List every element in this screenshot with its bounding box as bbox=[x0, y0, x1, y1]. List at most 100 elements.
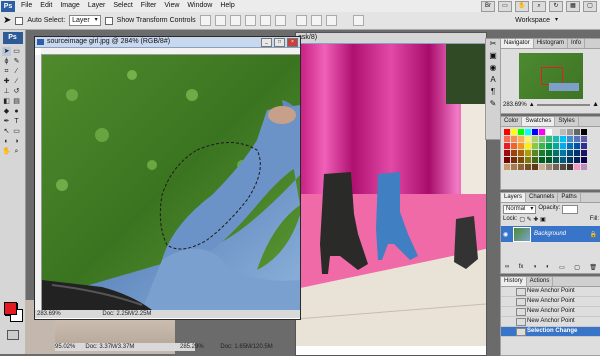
menu-filter[interactable]: Filter bbox=[137, 0, 161, 12]
swatch-26[interactable] bbox=[518, 143, 524, 149]
swatch-23[interactable] bbox=[581, 136, 587, 142]
distribute-icon-2[interactable] bbox=[310, 15, 322, 26]
swatch-14[interactable] bbox=[518, 136, 524, 142]
quick-select-tool[interactable]: ✎ bbox=[12, 57, 21, 66]
rotate-view-icon[interactable]: ↻ bbox=[549, 0, 563, 12]
blend-mode-dropdown[interactable]: Normal bbox=[503, 205, 537, 214]
maximize-button[interactable]: □ bbox=[274, 38, 285, 47]
tab-styles[interactable]: Styles bbox=[555, 117, 579, 126]
menu-image[interactable]: Image bbox=[56, 0, 83, 12]
menu-select[interactable]: Select bbox=[109, 0, 136, 12]
swatch-15[interactable] bbox=[525, 136, 531, 142]
swatch-62[interactable] bbox=[518, 164, 524, 170]
swatch-46[interactable] bbox=[574, 150, 580, 156]
move-tool[interactable]: ➤ bbox=[2, 47, 11, 56]
link-layers-icon[interactable]: ∞ bbox=[505, 264, 509, 271]
align-hcenter-icon[interactable] bbox=[259, 15, 271, 26]
opacity-field[interactable] bbox=[562, 205, 579, 214]
zoom-tool[interactable]: ⌕ bbox=[12, 147, 21, 156]
swatch-20[interactable] bbox=[560, 136, 566, 142]
swatch-45[interactable] bbox=[567, 150, 573, 156]
close-button[interactable]: × bbox=[287, 38, 298, 47]
tab-color[interactable]: Color bbox=[501, 117, 523, 126]
eyedropper-tool[interactable]: ⁄ bbox=[12, 67, 21, 76]
foreground-color-swatch-front[interactable] bbox=[4, 302, 17, 315]
lasso-tool[interactable]: ϕ bbox=[2, 57, 11, 66]
swatch-49[interactable] bbox=[511, 157, 517, 163]
arrange-documents-icon[interactable]: ▦ bbox=[566, 0, 580, 12]
zoom-out-icon[interactable]: ▲ bbox=[529, 102, 535, 108]
quick-mask-icon[interactable] bbox=[7, 330, 19, 340]
swatch-2[interactable] bbox=[518, 129, 524, 135]
swatch-53[interactable] bbox=[539, 157, 545, 163]
swatch-31[interactable] bbox=[553, 143, 559, 149]
swatch-51[interactable] bbox=[525, 157, 531, 163]
screen-mode-icon[interactable]: ▢ bbox=[583, 0, 597, 12]
swatch-16[interactable] bbox=[532, 136, 538, 142]
character-icon[interactable]: A bbox=[486, 75, 500, 87]
swatch-8[interactable] bbox=[560, 129, 566, 135]
auto-align-icon[interactable] bbox=[352, 15, 364, 26]
swatch-60[interactable] bbox=[504, 164, 510, 170]
paragraph-icon[interactable]: ¶ bbox=[486, 87, 500, 99]
tab-layers[interactable]: Layers bbox=[501, 193, 527, 202]
align-vcenter-icon[interactable] bbox=[214, 15, 226, 26]
swatch-40[interactable] bbox=[532, 150, 538, 156]
move-tool-icon[interactable]: ➤ bbox=[3, 15, 11, 26]
swatch-68[interactable] bbox=[560, 164, 566, 170]
delete-layer-icon[interactable]: 🗑 bbox=[589, 264, 597, 271]
swatch-71[interactable] bbox=[581, 164, 587, 170]
menu-layer[interactable]: Layer bbox=[84, 0, 110, 12]
brushes-icon[interactable]: ▣ bbox=[486, 51, 500, 63]
swatch-22[interactable] bbox=[574, 136, 580, 142]
hand-icon[interactable]: ✋ bbox=[515, 0, 529, 12]
navigator-thumbnail[interactable] bbox=[519, 53, 583, 99]
swatch-29[interactable] bbox=[539, 143, 545, 149]
tab-navigator[interactable]: Navigator bbox=[501, 39, 534, 48]
layer-row[interactable]: ◉ Background 🔒 bbox=[501, 226, 600, 242]
swatch-70[interactable] bbox=[574, 164, 580, 170]
mask-icon[interactable]: ◑ bbox=[533, 264, 537, 271]
front-doc-canvas[interactable] bbox=[42, 55, 300, 310]
show-transform-checkbox[interactable] bbox=[104, 16, 113, 25]
swatch-47[interactable] bbox=[581, 150, 587, 156]
clone-stamp-tool[interactable]: ⊥ bbox=[2, 87, 11, 96]
workspace-dropdown[interactable]: Workspace bbox=[513, 16, 560, 25]
swatch-41[interactable] bbox=[539, 150, 545, 156]
swatch-0[interactable] bbox=[504, 129, 510, 135]
swatch-55[interactable] bbox=[553, 157, 559, 163]
tab-histogram[interactable]: Histogram bbox=[534, 39, 569, 48]
tab-paths[interactable]: Paths bbox=[558, 193, 581, 202]
swatch-32[interactable] bbox=[560, 143, 566, 149]
3d-orbit-tool[interactable]: ◑ bbox=[12, 137, 21, 146]
history-item[interactable]: New Anchor Point bbox=[501, 287, 600, 297]
lock-icon[interactable]: ▢ ✎ ✚ ▣ bbox=[519, 216, 545, 223]
zoom-level-icon[interactable]: ▭ bbox=[498, 0, 512, 12]
zoom-icon[interactable]: ⌕ bbox=[532, 0, 546, 12]
tab-channels[interactable]: Channels bbox=[526, 193, 559, 202]
swatch-38[interactable] bbox=[518, 150, 524, 156]
type-tool[interactable]: T bbox=[12, 117, 21, 126]
swatch-42[interactable] bbox=[546, 150, 552, 156]
swatch-66[interactable] bbox=[546, 164, 552, 170]
swatch-1[interactable] bbox=[511, 129, 517, 135]
fx-icon[interactable]: fx bbox=[519, 264, 524, 271]
crop-tool[interactable]: ⌗ bbox=[2, 67, 11, 76]
align-bottom-icon[interactable] bbox=[229, 15, 241, 26]
swatch-52[interactable] bbox=[532, 157, 538, 163]
hand-tool[interactable]: ✋ bbox=[2, 147, 11, 156]
pen-tool[interactable]: ✒ bbox=[2, 117, 11, 126]
menu-view[interactable]: View bbox=[160, 0, 183, 12]
tool-presets-icon[interactable]: ✂ bbox=[486, 39, 500, 51]
history-item-selected[interactable]: Selection Change bbox=[501, 327, 600, 337]
swatch-13[interactable] bbox=[511, 136, 517, 142]
minimize-button[interactable]: _ bbox=[261, 38, 272, 47]
zoom-in-icon[interactable]: ▲ bbox=[592, 101, 599, 108]
adjustment-icon[interactable]: ◐ bbox=[546, 264, 550, 271]
swatch-37[interactable] bbox=[511, 150, 517, 156]
tab-history[interactable]: History bbox=[501, 277, 527, 286]
swatch-56[interactable] bbox=[560, 157, 566, 163]
swatch-grid[interactable] bbox=[501, 127, 600, 172]
clone-source-icon[interactable]: ◉ bbox=[486, 63, 500, 75]
bridge-icon[interactable]: Br bbox=[481, 0, 495, 12]
